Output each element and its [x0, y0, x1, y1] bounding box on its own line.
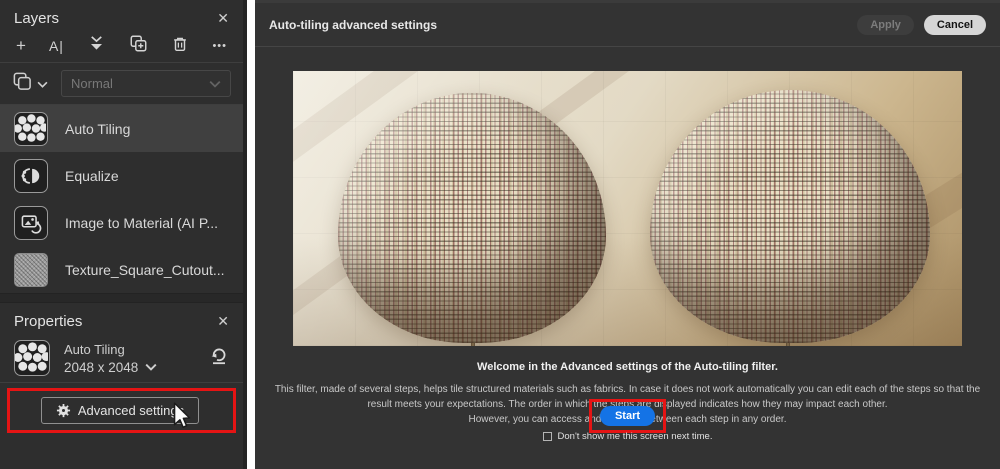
- chevron-down-icon: [145, 363, 157, 371]
- layers-close-icon[interactable]: ✕: [217, 11, 229, 25]
- image-to-material-icon: [14, 206, 48, 240]
- auto-tiling-icon: [14, 112, 48, 146]
- layers-panel-header: Layers ✕: [0, 0, 243, 30]
- import-icon: [87, 34, 106, 53]
- layer-name: Auto Tiling: [65, 121, 130, 137]
- app-window: Layers ✕ + A| •••: [0, 0, 1000, 469]
- dont-show-label[interactable]: Don't show me this screen next time.: [558, 431, 713, 442]
- dialog-header: Auto-tiling advanced settings Apply Canc…: [255, 3, 1000, 47]
- layer-stack-icon: [12, 71, 32, 91]
- cancel-button[interactable]: Cancel: [924, 15, 986, 35]
- layers-toolbar: + A| •••: [0, 30, 243, 62]
- resolution-value: 2048 x 2048: [64, 360, 138, 375]
- fabric-preview-image: [293, 71, 962, 346]
- annotation-highlight-box: Start: [589, 399, 666, 433]
- dialog-content: Welcome in the Advanced settings of the …: [255, 47, 1000, 468]
- chevron-down-icon: [37, 81, 48, 88]
- duplicate-layer-button[interactable]: [129, 34, 148, 58]
- apply-button[interactable]: Apply: [857, 15, 914, 35]
- properties-close-icon[interactable]: ✕: [217, 314, 229, 328]
- properties-title: Properties: [14, 313, 82, 330]
- dont-show-row: Don't show me this screen next time.: [255, 431, 1000, 442]
- delete-layer-button[interactable]: [171, 35, 189, 58]
- chevron-down-icon: [209, 80, 221, 88]
- layer-name: Equalize: [65, 168, 119, 184]
- add-layer-button[interactable]: +: [16, 36, 26, 56]
- layer-row-image-to-material[interactable]: Image to Material (AI P...: [0, 199, 243, 246]
- reset-filter-button[interactable]: [209, 346, 229, 371]
- gear-icon: [56, 403, 71, 418]
- start-area: Start: [255, 399, 1000, 433]
- layer-list: Auto Tiling Equalize Image to Material (…: [0, 105, 243, 293]
- filter-name: Auto Tiling: [64, 342, 157, 357]
- auto-tiling-icon: [14, 340, 50, 376]
- section-divider: [0, 293, 243, 303]
- reset-icon: [209, 346, 229, 366]
- lighting-overlay: [293, 71, 962, 346]
- duplicate-icon: [129, 34, 148, 53]
- layers-panel: Layers ✕ + A| •••: [0, 0, 247, 469]
- layers-title: Layers: [14, 10, 59, 27]
- mouse-cursor-icon: [168, 401, 194, 436]
- blend-mode-select[interactable]: Normal: [61, 70, 231, 97]
- import-layer-button[interactable]: [87, 34, 106, 58]
- layer-row-texture-square-cutout[interactable]: Texture_Square_Cutout...: [0, 246, 243, 293]
- blend-mode-row: Normal: [0, 63, 243, 104]
- resolution-dropdown[interactable]: 2048 x 2048: [64, 360, 157, 375]
- text-tool-button[interactable]: A|: [49, 38, 64, 54]
- layer-row-equalize[interactable]: Equalize: [0, 152, 243, 199]
- welcome-heading: Welcome in the Advanced settings of the …: [255, 361, 1000, 373]
- dont-show-checkbox[interactable]: [543, 432, 552, 441]
- dialog-title: Auto-tiling advanced settings: [269, 18, 437, 32]
- properties-filter-texts: Auto Tiling 2048 x 2048: [64, 342, 157, 375]
- dialog-actions: Apply Cancel: [857, 15, 986, 35]
- texture-thumbnail: [14, 253, 48, 287]
- properties-filter-item: Auto Tiling 2048 x 2048: [0, 335, 243, 382]
- panel-divider: [247, 0, 255, 469]
- start-button[interactable]: Start: [600, 406, 655, 426]
- more-options-button[interactable]: •••: [212, 40, 227, 52]
- blend-mode-value: Normal: [71, 76, 113, 91]
- layer-name: Image to Material (AI P...: [65, 215, 218, 231]
- blend-stack-dropdown-toggle[interactable]: [37, 75, 48, 93]
- properties-panel-header: Properties ✕: [0, 307, 243, 335]
- equalize-icon: [14, 159, 48, 193]
- auto-tiling-dialog: Auto-tiling advanced settings Apply Canc…: [255, 0, 1000, 469]
- trash-icon: [171, 35, 189, 53]
- layer-row-auto-tiling[interactable]: Auto Tiling: [0, 105, 243, 152]
- layer-name: Texture_Square_Cutout...: [65, 262, 225, 278]
- blend-stack-button[interactable]: [12, 71, 32, 96]
- advanced-settings-area: Advanced settings: [0, 383, 243, 469]
